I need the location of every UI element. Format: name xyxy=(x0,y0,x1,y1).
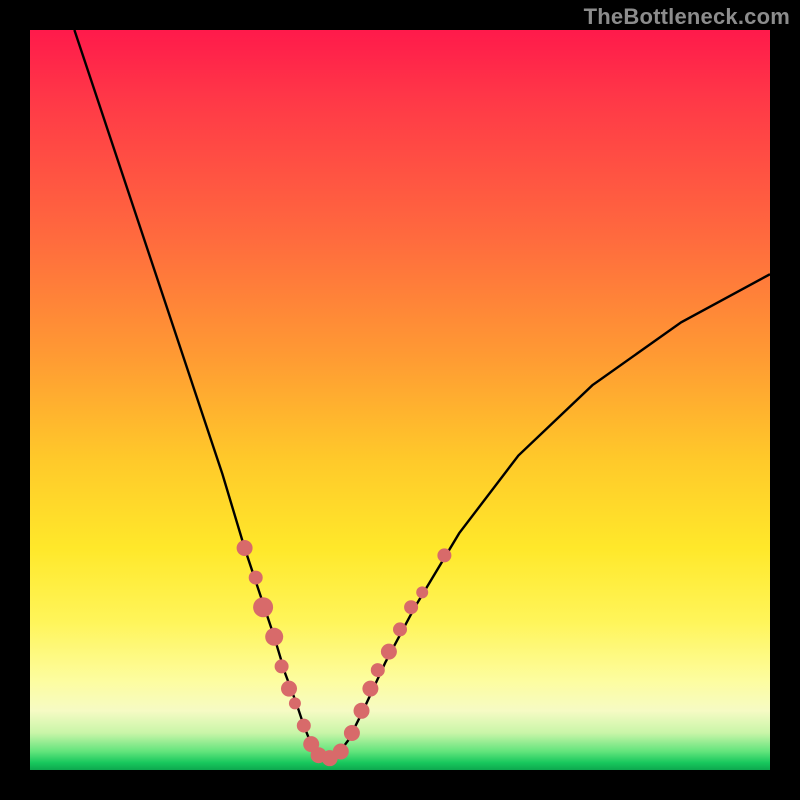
highlight-marker xyxy=(362,681,378,697)
highlight-marker xyxy=(253,597,273,617)
highlight-marker xyxy=(265,628,283,646)
highlight-marker xyxy=(354,703,370,719)
highlight-marker xyxy=(381,644,397,660)
highlight-marker xyxy=(297,719,311,733)
plot-area xyxy=(30,30,770,770)
highlight-marker xyxy=(333,744,349,760)
highlight-marker xyxy=(416,586,428,598)
highlight-marker xyxy=(404,600,418,614)
highlight-marker xyxy=(371,663,385,677)
highlight-marker xyxy=(393,622,407,636)
chart-frame: TheBottleneck.com xyxy=(0,0,800,800)
highlight-marker xyxy=(289,697,301,709)
highlight-marker xyxy=(275,659,289,673)
watermark-text: TheBottleneck.com xyxy=(584,4,790,30)
highlight-marker-group xyxy=(237,540,452,766)
bottleneck-curve xyxy=(74,30,770,759)
highlight-marker xyxy=(237,540,253,556)
highlight-marker xyxy=(281,681,297,697)
highlight-marker xyxy=(437,548,451,562)
chart-svg xyxy=(30,30,770,770)
highlight-marker xyxy=(344,725,360,741)
highlight-marker xyxy=(249,571,263,585)
